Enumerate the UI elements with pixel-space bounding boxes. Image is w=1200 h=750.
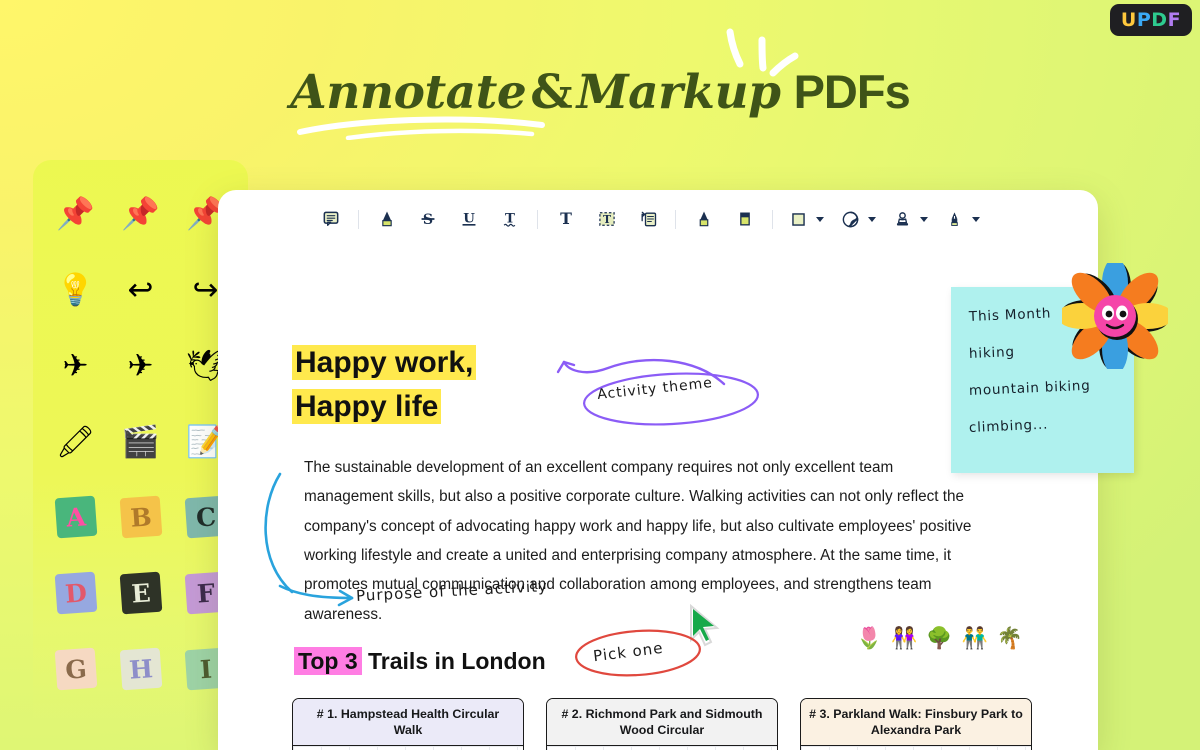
letter-sticker-glyph: A bbox=[54, 495, 97, 539]
logo-letter-p: P bbox=[1136, 9, 1152, 31]
letter-sticker-b[interactable]: B bbox=[108, 486, 173, 548]
letter-sticker-g[interactable]: G bbox=[43, 638, 108, 700]
trail-card-title: # 1. Hampstead Health Circular Walk bbox=[293, 699, 523, 746]
lightbulb-sticker[interactable]: 💡 bbox=[43, 258, 108, 320]
activity-theme-label: Activity theme bbox=[596, 374, 714, 404]
toolbar-separator bbox=[537, 209, 538, 229]
emoji-sticker-1: 👭 bbox=[891, 626, 927, 650]
pick-one-label: Pick one bbox=[592, 638, 665, 666]
document-paragraph: The sustainable development of an excell… bbox=[304, 459, 972, 623]
text-box-icon[interactable]: T bbox=[586, 202, 627, 236]
logo-letter-u: U bbox=[1120, 9, 1137, 31]
sparkle-icon bbox=[726, 28, 799, 77]
logo-letter-f: F bbox=[1167, 9, 1182, 31]
trail-card-body: 📍 Hampstead Heath🗺 7.2 km · Est. 1h 58m bbox=[293, 746, 523, 750]
emoji-sticker-row: 🌷👭🌳👬🌴 bbox=[856, 626, 1032, 651]
svg-text:T: T bbox=[505, 210, 515, 226]
highlighter-sticker[interactable]: 🖍 bbox=[43, 410, 108, 472]
emoji-sticker-3: 👬 bbox=[961, 626, 997, 650]
document-heading-line2: Happy life bbox=[292, 388, 442, 424]
activity-theme-annotation bbox=[556, 358, 759, 426]
page-title-ampersand: & bbox=[530, 65, 573, 120]
trail-card[interactable]: # 2. Richmond Park and Sidmouth Wood Cir… bbox=[546, 698, 778, 750]
letter-sticker-a[interactable]: A bbox=[43, 486, 108, 548]
logo-letter-d: D bbox=[1151, 9, 1168, 31]
pushpin-red-sticker[interactable]: 📌 bbox=[43, 182, 108, 244]
sticky-note-item-1: mountain biking bbox=[968, 377, 1091, 399]
trail-card[interactable]: # 1. Hampstead Health Circular Walk📍 Ham… bbox=[292, 698, 524, 750]
callout-icon[interactable] bbox=[627, 202, 668, 236]
letter-sticker-glyph: H bbox=[119, 647, 162, 691]
trail-card-body: 📍 Finsbury Park🗺 6.6 km · Est. 1h 37m bbox=[801, 746, 1031, 750]
emoji-sticker-2: 🌳 bbox=[926, 626, 962, 650]
svg-text:S: S bbox=[422, 212, 432, 228]
document-heading-line1: Happy work, bbox=[292, 345, 477, 380]
emoji-sticker-0: 🌷 bbox=[856, 626, 892, 650]
letter-sticker-j[interactable]: J bbox=[43, 714, 108, 720]
section-heading-mark: Top 3 bbox=[294, 647, 362, 675]
letter-sticker-d[interactable]: D bbox=[43, 562, 108, 624]
eraser-icon[interactable] bbox=[724, 202, 765, 236]
letter-sticker-glyph: D bbox=[54, 571, 97, 615]
document-heading: Happy work, Happy life bbox=[292, 341, 477, 428]
letter-sticker-e[interactable]: E bbox=[108, 562, 173, 624]
trail-card-title: # 3. Parkland Walk: Finsbury Park to Ale… bbox=[801, 699, 1031, 746]
section-heading-text: Trails in London bbox=[368, 648, 546, 674]
strikethrough-icon[interactable]: S bbox=[407, 202, 448, 236]
svg-text:T: T bbox=[602, 213, 610, 226]
letter-sticker-glyph: E bbox=[119, 571, 162, 615]
svg-text:U: U bbox=[463, 210, 475, 226]
trail-card-list: # 1. Hampstead Health Circular Walk📍 Ham… bbox=[292, 698, 1032, 750]
chevron-down-icon[interactable] bbox=[919, 216, 928, 222]
signature-icon[interactable] bbox=[936, 202, 988, 236]
annotation-toolbar: SUTTT bbox=[218, 190, 1098, 248]
toolbar-separator bbox=[772, 209, 773, 229]
underline-icon[interactable]: U bbox=[448, 202, 489, 236]
letter-sticker-k[interactable]: K bbox=[108, 714, 173, 720]
shape-icon[interactable] bbox=[780, 202, 832, 236]
text-tool-icon[interactable]: T bbox=[545, 202, 586, 236]
trail-card-title: # 2. Richmond Park and Sidmouth Wood Cir… bbox=[547, 699, 777, 746]
paper-plane-outline-sticker[interactable]: ✈ bbox=[108, 334, 173, 396]
svg-text:T: T bbox=[560, 209, 572, 228]
stamp-icon[interactable] bbox=[884, 202, 936, 236]
behind-the-scenes-clapper-sticker[interactable]: 🎬 bbox=[108, 410, 173, 472]
sticker-icon[interactable] bbox=[832, 202, 884, 236]
chevron-down-icon[interactable] bbox=[867, 216, 876, 222]
arrow-left-blue-sticker[interactable]: ↩ bbox=[108, 258, 173, 320]
chevron-down-icon[interactable] bbox=[971, 216, 980, 222]
letter-sticker-h[interactable]: H bbox=[108, 638, 173, 700]
updf-logo: U P D F bbox=[1110, 4, 1192, 36]
highlight-icon[interactable] bbox=[366, 202, 407, 236]
toolbar-separator bbox=[675, 209, 676, 229]
section-heading: Top 3 Trails in London bbox=[294, 647, 546, 675]
sticker-grid: 📌📌📌💡↩↪✈✈🕊🖍🎬📝ABCDEFGHIJKLMNO bbox=[33, 182, 248, 720]
sticky-note-icon[interactable] bbox=[310, 202, 351, 236]
letter-sticker-glyph: B bbox=[119, 495, 162, 539]
pencil-icon[interactable] bbox=[683, 202, 724, 236]
sticky-note-item-2: climbing... bbox=[968, 416, 1049, 436]
trail-card[interactable]: # 3. Parkland Walk: Finsbury Park to Ale… bbox=[800, 698, 1032, 750]
sticker-sidebar[interactable]: 📌📌📌💡↩↪✈✈🕊🖍🎬📝ABCDEFGHIJKLMNO bbox=[33, 160, 248, 720]
emoji-sticker-4: 🌴 bbox=[996, 626, 1032, 650]
flower-sticker bbox=[1062, 263, 1168, 369]
pick-one-circle-annotation bbox=[575, 629, 701, 677]
page-title-annotate: Annotate bbox=[290, 65, 527, 120]
trail-card-body: 📍 Richmond Park🗺 7.6 km · Est. 1h 51m bbox=[547, 746, 777, 750]
paper-plane-sticker[interactable]: ✈ bbox=[43, 334, 108, 396]
squiggly-underline-icon[interactable]: T bbox=[489, 202, 530, 236]
page-title: Annotate&Markup PDFs bbox=[0, 68, 1200, 116]
page-title-pdfs: PDFs bbox=[793, 65, 911, 118]
chevron-down-icon[interactable] bbox=[815, 216, 824, 222]
toolbar-separator bbox=[358, 209, 359, 229]
pushpin-green-sticker[interactable]: 📌 bbox=[108, 182, 173, 244]
letter-sticker-glyph: G bbox=[54, 647, 97, 691]
